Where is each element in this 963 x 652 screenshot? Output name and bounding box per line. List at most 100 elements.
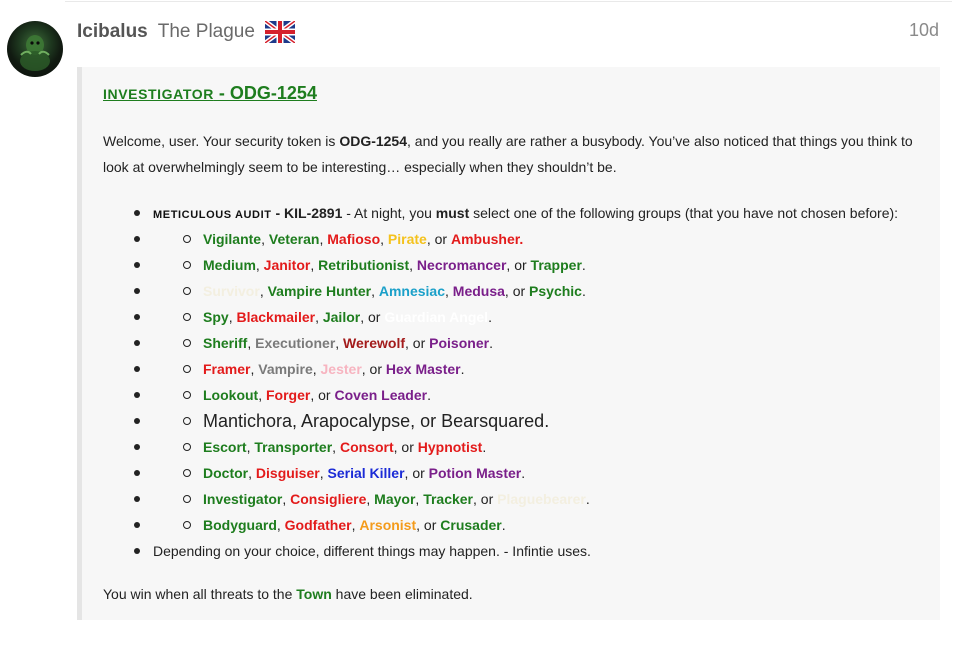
group-text: , xyxy=(258,387,266,403)
group-option-row: Medium, Janitor, Retributionist, Necroma… xyxy=(82,252,922,278)
bullet-icon xyxy=(134,392,140,398)
bullet-icon xyxy=(134,262,140,268)
group-text: , xyxy=(335,335,344,351)
group-option-text: Medium, Janitor, Retributionist, Necroma… xyxy=(203,252,586,278)
role-name: Survivor xyxy=(203,283,260,299)
group-text: , xyxy=(312,361,321,377)
group-text: , or xyxy=(360,309,385,325)
role-name: Vampire Hunter xyxy=(267,283,372,299)
ability-text: METICULOUS AUDIT - KIL-2891 - At night, … xyxy=(153,200,898,228)
role-name: Mafioso xyxy=(327,231,381,247)
role-name: Jester xyxy=(320,361,362,377)
group-text: , or xyxy=(504,283,530,299)
group-option-row: Survivor, Vampire Hunter, Amnesiac, Medu… xyxy=(82,278,922,304)
bullet-icon xyxy=(134,236,140,242)
role-name: Godfather xyxy=(284,517,352,533)
group-option-text: Sheriff, Executioner, Werewolf, or Poiso… xyxy=(203,330,493,356)
group-option-row: Sheriff, Executioner, Werewolf, or Poiso… xyxy=(82,330,922,356)
circle-bullet-icon xyxy=(183,235,191,243)
circle-bullet-icon xyxy=(183,417,191,425)
ability-name: METICULOUS AUDIT xyxy=(153,209,272,221)
group-text: , or xyxy=(404,465,429,481)
ability-description-continued: select one of the following groups (that… xyxy=(469,205,899,221)
role-name: Arsonist xyxy=(359,517,417,533)
group-option-text: Spy, Blackmailer, Jailor, or Guardian An… xyxy=(203,304,492,330)
bullet-icon xyxy=(134,366,140,372)
role-name: Mayor xyxy=(374,491,416,507)
role-name: Pirate xyxy=(387,231,427,247)
post-date[interactable]: 10d xyxy=(909,20,939,41)
role-name: Potion Master xyxy=(428,465,522,481)
role-name: Crusader xyxy=(440,517,502,533)
group-option-row: Spy, Blackmailer, Jailor, or Guardian An… xyxy=(82,304,922,330)
group-text: , or xyxy=(473,491,498,507)
group-text: . xyxy=(427,387,431,403)
role-name: Trapper xyxy=(530,257,582,273)
avatar[interactable] xyxy=(7,21,63,77)
role-name: Necromancer xyxy=(416,257,507,273)
group-text: , xyxy=(319,465,328,481)
circle-bullet-icon xyxy=(183,313,191,321)
win-text-continued: have been eliminated. xyxy=(331,586,473,602)
role-name: Transporter xyxy=(254,439,333,455)
ability-description: - At night, you xyxy=(342,205,436,221)
win-faction: Town xyxy=(296,586,332,602)
security-token: ODG-1254 xyxy=(339,133,408,149)
group-option-text: Investigator, Consigliere, Mayor, Tracke… xyxy=(203,486,590,512)
role-name: Psychic xyxy=(529,283,582,299)
role-name: Poisoner xyxy=(429,335,490,351)
group-option-text: Survivor, Vampire Hunter, Amnesiac, Medu… xyxy=(203,278,586,304)
role-name: Coven Leader xyxy=(334,387,428,403)
user-title: The Plague xyxy=(157,21,255,42)
group-text: , or xyxy=(506,257,531,273)
role-name: Medium xyxy=(203,257,256,273)
group-text: , or xyxy=(426,231,451,247)
bullet-icon xyxy=(134,470,140,476)
group-text: . xyxy=(489,335,493,351)
intro-text: Welcome, user. Your security token is xyxy=(103,133,340,149)
role-code: - ODG-1254 xyxy=(213,83,317,103)
role-name: Framer xyxy=(203,361,251,377)
role-name: Werewolf xyxy=(343,335,406,351)
circle-bullet-icon xyxy=(183,495,191,503)
group-text: , xyxy=(276,517,285,533)
role-name: Escort xyxy=(203,439,247,455)
avatar-figure-icon xyxy=(20,35,50,71)
ability-list: METICULOUS AUDIT - KIL-2891 - At night, … xyxy=(82,200,922,564)
username[interactable]: Icibalus xyxy=(77,21,148,43)
group-text: . xyxy=(581,283,586,299)
role-name: Investigator xyxy=(203,491,283,507)
group-text: , or xyxy=(310,387,335,403)
bullet-icon xyxy=(134,314,140,320)
group-text: , xyxy=(371,283,379,299)
circle-bullet-icon xyxy=(183,365,191,373)
group-option-row: Framer, Vampire, Jester, or Hex Master. xyxy=(82,356,922,382)
group-option-row: Escort, Transporter, Consort, or Hypnoti… xyxy=(82,434,922,460)
group-text: , xyxy=(310,257,319,273)
role-name: Executioner xyxy=(255,335,336,351)
circle-bullet-icon xyxy=(183,287,191,295)
group-text: , or xyxy=(405,335,430,351)
post-header: Icibalus The Plague xyxy=(77,19,297,45)
group-text: . xyxy=(501,517,506,533)
group-text: , xyxy=(247,335,256,351)
win-text: You win when all threats to the xyxy=(103,586,297,602)
bullet-icon xyxy=(134,444,140,450)
role-name: Blackmailer xyxy=(236,309,316,325)
group-text: , or xyxy=(416,517,441,533)
group-option-row: Lookout, Forger, or Coven Leader. xyxy=(82,382,922,408)
group-text: , xyxy=(315,309,323,325)
win-condition: You win when all threats to the Town hav… xyxy=(103,581,933,607)
role-name: Retributionist xyxy=(318,257,410,273)
group-text: . xyxy=(585,491,590,507)
group-option-text: Framer, Vampire, Jester, or Hex Master. xyxy=(203,356,465,382)
group-text: , xyxy=(366,491,375,507)
ability-emphasis: must xyxy=(435,205,470,221)
group-text: , xyxy=(445,283,453,299)
group-text: , xyxy=(248,465,256,481)
role-heading: INVESTIGATOR - ODG-1254 xyxy=(103,83,317,104)
circle-bullet-icon xyxy=(183,339,191,347)
role-name: Guardian Angel xyxy=(384,309,489,325)
group-text: . xyxy=(521,465,526,481)
group-text: , xyxy=(282,491,291,507)
